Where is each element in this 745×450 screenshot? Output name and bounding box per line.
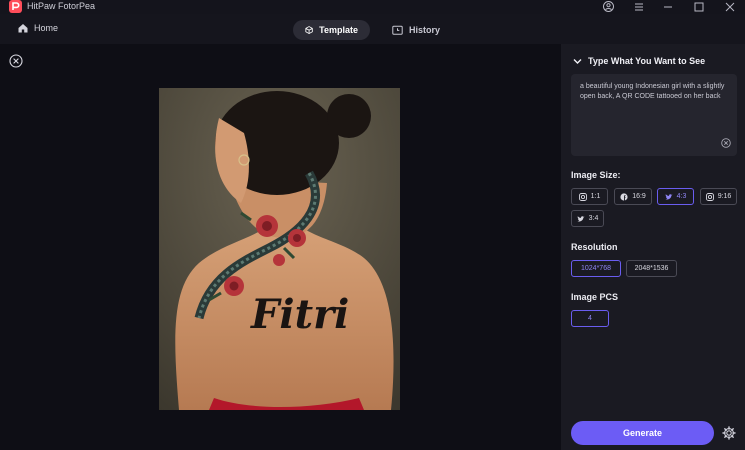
prompt-text: a beautiful young Indonesian girl with a…	[580, 83, 725, 100]
clear-prompt-icon[interactable]	[721, 138, 731, 148]
tab-template-label: Template	[319, 25, 358, 35]
menu-icon[interactable]	[632, 0, 646, 13]
tab-template[interactable]: Template	[293, 20, 370, 40]
home-label: Home	[34, 23, 59, 33]
close-window-icon[interactable]	[723, 0, 737, 13]
maximize-icon[interactable]	[692, 0, 706, 13]
resolution-option-label: 2048*1536	[634, 265, 669, 272]
home-button[interactable]: Home	[18, 23, 58, 33]
resolution-option-label: 1024*768	[581, 265, 611, 272]
instagram-icon	[705, 192, 714, 201]
facebook-icon	[620, 192, 628, 201]
tattoo-text: Fitri	[250, 291, 349, 338]
generated-image: Fitri	[159, 88, 400, 410]
chevron-down-icon	[573, 58, 582, 64]
canvas-area: Fitri	[0, 44, 561, 450]
image-pcs-input[interactable]: 4	[571, 310, 609, 327]
settings-panel: Type What You Want to See a beautiful yo…	[561, 44, 745, 450]
instagram-icon	[578, 192, 587, 201]
prompt-heading: Type What You Want to See	[588, 56, 706, 66]
twitter-icon	[665, 193, 673, 199]
prompt-section-toggle[interactable]: Type What You Want to See	[573, 56, 705, 66]
size-option-4-3[interactable]: 4:3	[657, 188, 694, 205]
account-icon[interactable]	[601, 0, 615, 13]
size-option-label: 1:1	[590, 193, 601, 200]
history-icon	[392, 25, 403, 35]
home-icon	[18, 24, 28, 33]
size-option-label: 9:16	[717, 193, 732, 200]
image-size-label: Image Size:	[571, 170, 621, 180]
size-option-3-4[interactable]: 3:4	[571, 210, 604, 227]
tab-history[interactable]: History	[380, 20, 460, 40]
nav-bar: Home Template History	[0, 14, 745, 44]
size-option-label: 4:3	[676, 193, 687, 200]
resolution-option-1024[interactable]: 1024*768	[571, 260, 621, 277]
cube-icon	[305, 26, 313, 35]
size-option-9-16[interactable]: 9:16	[700, 188, 737, 205]
resolution-option-2048[interactable]: 2048*1536	[626, 260, 677, 277]
title-bar: HitPaw FotorPea	[0, 0, 745, 14]
minimize-icon[interactable]	[661, 0, 675, 13]
size-option-label: 3:4	[588, 215, 599, 222]
resolution-label: Resolution	[571, 242, 618, 252]
image-pcs-label: Image PCS	[571, 292, 619, 302]
close-preview-icon[interactable]	[9, 54, 23, 68]
app-logo-icon	[9, 0, 22, 13]
size-option-16-9[interactable]: 16:9	[614, 188, 652, 205]
generate-button[interactable]: Generate	[571, 421, 714, 445]
tab-history-label: History	[409, 25, 441, 35]
image-pcs-value: 4	[588, 315, 592, 322]
size-option-1-1[interactable]: 1:1	[571, 188, 608, 205]
size-option-label: 16:9	[632, 193, 646, 200]
app-title: HitPaw FotorPea	[27, 1, 96, 11]
gear-icon[interactable]	[722, 426, 736, 440]
twitter-icon	[577, 215, 585, 221]
prompt-input[interactable]: a beautiful young Indonesian girl with a…	[571, 74, 737, 156]
